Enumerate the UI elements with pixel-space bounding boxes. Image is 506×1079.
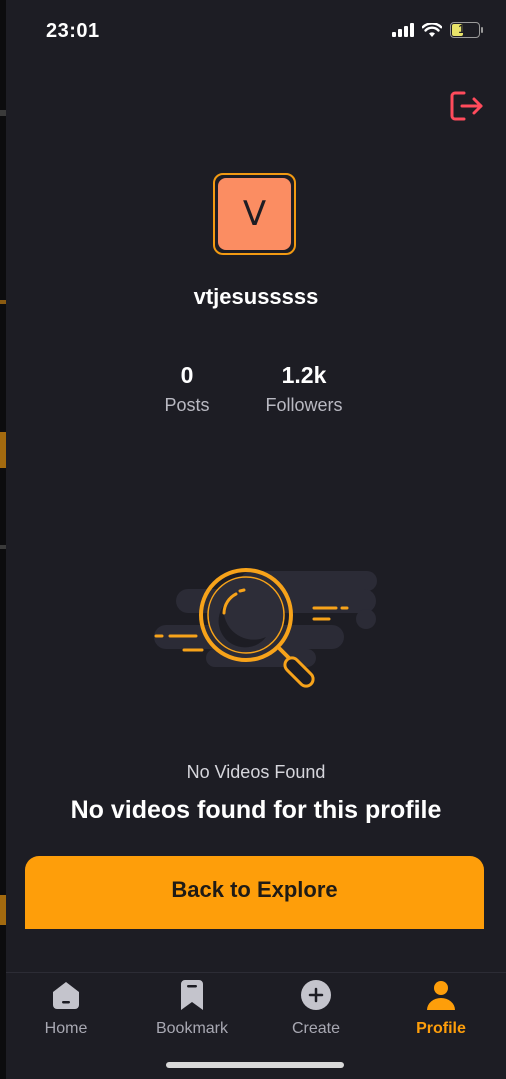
followers-stat[interactable]: 1.2k Followers bbox=[254, 362, 354, 416]
tab-bookmark-label: Bookmark bbox=[155, 1020, 229, 1037]
username: vtjesusssss bbox=[193, 284, 319, 309]
avatar-frame[interactable]: V bbox=[213, 173, 296, 255]
tab-profile-label: Profile bbox=[416, 1020, 466, 1037]
tab-create[interactable]: Create bbox=[256, 973, 376, 1048]
magnifier-search-illustration bbox=[154, 568, 377, 688]
person-icon bbox=[427, 981, 455, 1010]
wifi-icon bbox=[422, 22, 442, 37]
back-to-explore-button[interactable]: Back to Explore bbox=[25, 856, 484, 929]
tab-bookmark[interactable]: Bookmark bbox=[132, 973, 252, 1048]
bookmark-icon bbox=[181, 980, 203, 1010]
followers-label: Followers bbox=[265, 395, 343, 415]
home-indicator[interactable] bbox=[166, 1062, 344, 1068]
profile-screen: 23:01 17 V vtjesusssss 0 Posts 1.2k Foll… bbox=[6, 0, 506, 1079]
plus-circle-icon bbox=[301, 980, 331, 1010]
posts-stat[interactable]: 0 Posts bbox=[152, 362, 222, 416]
empty-state-message: No videos found for this profile bbox=[70, 796, 442, 824]
home-icon bbox=[53, 982, 79, 1009]
status-time: 23:01 bbox=[46, 20, 100, 42]
posts-label: Posts bbox=[164, 395, 210, 415]
followers-count: 1.2k bbox=[281, 362, 327, 388]
posts-count: 0 bbox=[180, 362, 194, 388]
tab-create-label: Create bbox=[291, 1020, 341, 1037]
tab-home-label: Home bbox=[44, 1020, 88, 1037]
empty-state-title: No Videos Found bbox=[186, 762, 326, 782]
tab-profile[interactable]: Profile bbox=[381, 973, 501, 1048]
signal-icon bbox=[392, 23, 414, 37]
avatar: V bbox=[218, 178, 291, 250]
logout-icon[interactable] bbox=[450, 90, 484, 122]
tab-home[interactable]: Home bbox=[6, 973, 126, 1048]
battery-icon: 17 bbox=[450, 22, 483, 38]
battery-level: 17 bbox=[458, 22, 472, 36]
status-icons: 17 bbox=[392, 22, 483, 38]
